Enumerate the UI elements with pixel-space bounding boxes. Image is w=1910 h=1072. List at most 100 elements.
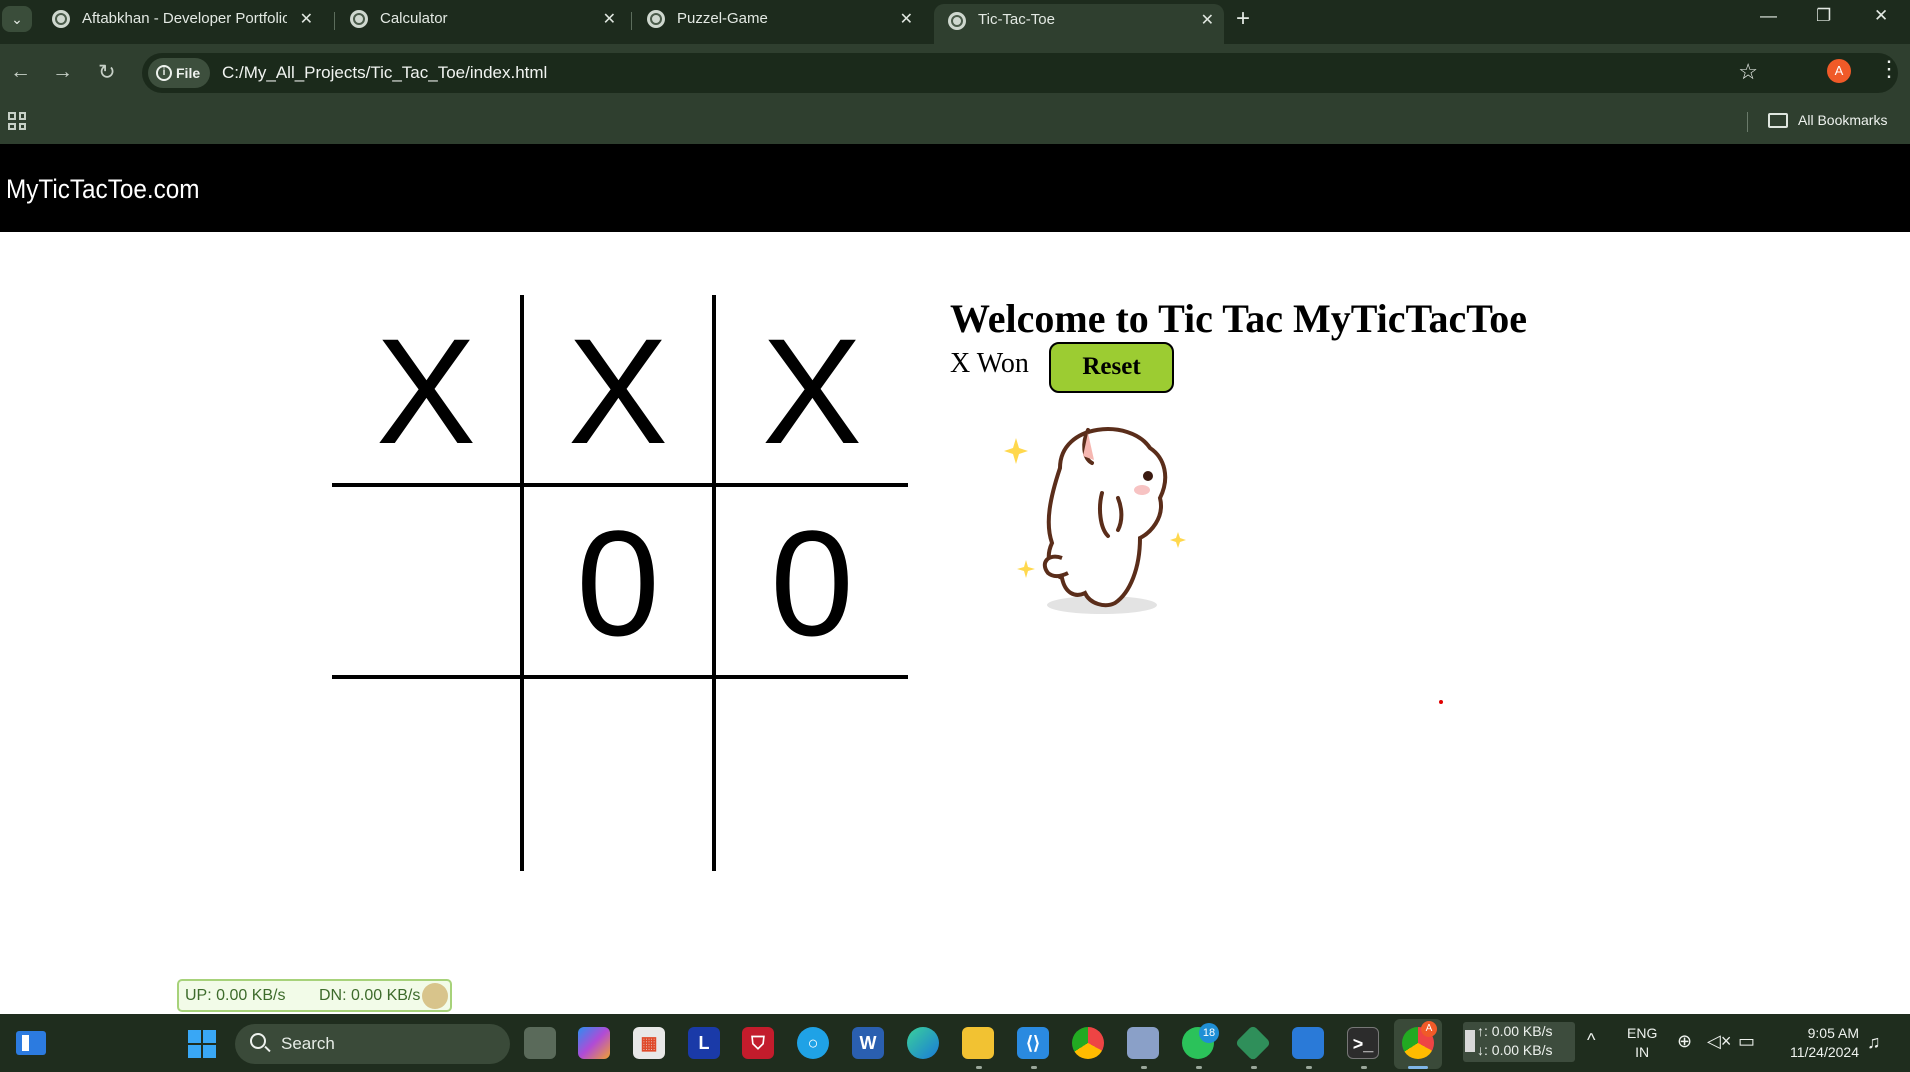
download-speed: DN: 0.00 KB/s bbox=[319, 987, 421, 1004]
browser-toolbar: ← → ↻ i File C:/My_All_Projects/Tic_Tac_… bbox=[0, 44, 1910, 100]
welcome-heading: Welcome to Tic Tac MyTicTacToe bbox=[950, 296, 1528, 341]
vscode-icon[interactable]: ⟨⟩ bbox=[1017, 1027, 1049, 1059]
task-view-icon[interactable] bbox=[524, 1027, 556, 1059]
file-explorer-folder-icon[interactable] bbox=[962, 1027, 994, 1059]
bookmarks-divider bbox=[1747, 112, 1748, 132]
forward-arrow-icon[interactable]: → bbox=[52, 60, 73, 84]
close-icon[interactable]: ✕ bbox=[603, 9, 616, 29]
clock[interactable]: 9:05 AM 11/24/2024 bbox=[1777, 1024, 1859, 1062]
start-windows-icon[interactable] bbox=[188, 1030, 216, 1058]
tab-puzzel-game[interactable]: Puzzel-Game ✕ bbox=[633, 0, 923, 40]
tab-title: Calculator bbox=[380, 10, 448, 27]
running-indicator bbox=[1361, 1066, 1367, 1069]
site-navbar: MyTicTacToe.com bbox=[0, 144, 1910, 232]
game-board: X X X 0 0 bbox=[332, 295, 908, 871]
tab-divider bbox=[631, 12, 632, 30]
folder-icon bbox=[1768, 113, 1788, 128]
close-icon[interactable]: ✕ bbox=[1201, 10, 1214, 30]
apps-grid-icon[interactable] bbox=[8, 112, 26, 130]
globe-icon bbox=[948, 12, 966, 30]
tray-net-speed[interactable]: ↑: 0.00 KB/s ↓: 0.00 KB/s bbox=[1463, 1022, 1575, 1062]
git-diamond-icon[interactable] bbox=[1234, 1024, 1272, 1062]
close-icon[interactable]: ✕ bbox=[300, 9, 313, 29]
chrome-icon[interactable] bbox=[1072, 1027, 1104, 1059]
tab-portfolio[interactable]: Aftabkhan - Developer Portfolio ✕ bbox=[38, 0, 323, 40]
new-tab-plus-icon[interactable]: + bbox=[1236, 5, 1250, 33]
tab-title: Aftabkhan - Developer Portfolio bbox=[82, 10, 287, 27]
network-globe-icon[interactable]: ⊕ bbox=[1677, 1031, 1692, 1052]
tray-download: ↓: 0.00 KB/s bbox=[1477, 1042, 1553, 1058]
board-cell[interactable]: X bbox=[716, 295, 908, 487]
battery-icon[interactable]: ▭ bbox=[1738, 1031, 1755, 1052]
board-cell[interactable] bbox=[524, 679, 716, 871]
running-indicator bbox=[1141, 1066, 1147, 1069]
net-speed-widget[interactable]: UP: 0.00 KB/s DN: 0.00 KB/s bbox=[177, 979, 452, 1012]
volume-muted-icon[interactable]: ◁× bbox=[1707, 1031, 1731, 1052]
tab-tic-tac-toe[interactable]: Tic-Tac-Toe ✕ bbox=[934, 4, 1224, 44]
info-icon: i bbox=[156, 65, 172, 81]
browser-menu-icon[interactable]: ⋮ bbox=[1878, 56, 1900, 82]
remote-desktop-icon[interactable] bbox=[1127, 1027, 1159, 1059]
board-cell[interactable] bbox=[332, 679, 524, 871]
stray-dot bbox=[1439, 700, 1443, 704]
l-app-icon[interactable]: L bbox=[688, 1027, 720, 1059]
tab-title: Puzzel-Game bbox=[677, 10, 768, 27]
clock-date: 11/24/2024 bbox=[1789, 1044, 1859, 1060]
net-meter-icon bbox=[1465, 1030, 1475, 1052]
terminal-icon[interactable]: >_ bbox=[1347, 1027, 1379, 1059]
tab-search-dropdown-icon[interactable]: ⌄ bbox=[2, 6, 32, 32]
notification-bell-icon[interactable]: ♫ bbox=[1867, 1032, 1881, 1053]
edge-icon[interactable] bbox=[907, 1027, 939, 1059]
mcafee-shield-icon[interactable]: ⛉ bbox=[742, 1027, 774, 1059]
url-text[interactable]: C:/My_All_Projects/Tic_Tac_Toe/index.htm… bbox=[222, 63, 547, 83]
board-cell[interactable]: X bbox=[524, 295, 716, 487]
lang-line1: ENG bbox=[1627, 1025, 1658, 1041]
minimize-icon[interactable]: — bbox=[1760, 6, 1777, 26]
globe-icon bbox=[350, 10, 368, 28]
upload-speed: UP: 0.00 KB/s bbox=[185, 987, 286, 1004]
alexa-ring-icon[interactable]: ○ bbox=[797, 1027, 829, 1059]
clock-time: 9:05 AM bbox=[1807, 1025, 1859, 1041]
bookmark-star-icon[interactable]: ☆ bbox=[1738, 59, 1758, 85]
anime-avatar-icon bbox=[422, 983, 448, 1009]
board-cell[interactable] bbox=[332, 487, 524, 679]
bookmarks-bar: All Bookmarks bbox=[0, 100, 1910, 144]
chevron-up-icon[interactable]: ^ bbox=[1587, 1030, 1595, 1051]
widgets-icon[interactable] bbox=[16, 1031, 46, 1055]
globe-icon bbox=[52, 10, 70, 28]
windows-taskbar: Search ▦ L ⛉ ○ W ⟨⟩ 18 >_ A ↑: 0.00 KB/s bbox=[0, 1014, 1910, 1072]
reset-button[interactable]: Reset bbox=[1049, 342, 1174, 393]
tray-upload: ↑: 0.00 KB/s bbox=[1477, 1023, 1553, 1039]
search-icon bbox=[250, 1033, 266, 1049]
address-bar[interactable]: i File C:/My_All_Projects/Tic_Tac_Toe/in… bbox=[142, 53, 1898, 93]
tab-divider bbox=[334, 12, 335, 30]
board-cell[interactable]: 0 bbox=[524, 487, 716, 679]
board-cell[interactable]: 0 bbox=[716, 487, 908, 679]
active-indicator bbox=[1408, 1066, 1428, 1069]
cat-mascot-image bbox=[1004, 427, 1186, 614]
microsoft-store-icon[interactable]: ▦ bbox=[633, 1027, 665, 1059]
taskbar-search-box[interactable]: Search bbox=[235, 1024, 510, 1064]
globe-icon bbox=[647, 10, 665, 28]
word-icon[interactable]: W bbox=[852, 1027, 884, 1059]
running-indicator bbox=[976, 1066, 982, 1069]
copilot-icon[interactable] bbox=[578, 1027, 610, 1059]
whatsapp-badge: 18 bbox=[1199, 1023, 1219, 1043]
paint-icon[interactable] bbox=[1292, 1027, 1324, 1059]
back-arrow-icon[interactable]: ← bbox=[10, 60, 31, 84]
tab-title: Tic-Tac-Toe bbox=[978, 11, 1055, 28]
all-bookmarks-link[interactable]: All Bookmarks bbox=[1798, 112, 1887, 128]
restore-icon[interactable]: ❐ bbox=[1816, 6, 1831, 26]
site-info-chip[interactable]: i File bbox=[148, 58, 210, 88]
search-label: Search bbox=[281, 1034, 335, 1053]
profile-avatar[interactable]: A bbox=[1827, 59, 1851, 83]
close-icon[interactable]: ✕ bbox=[900, 9, 913, 29]
site-brand[interactable]: MyTicTacToe.com bbox=[6, 174, 200, 205]
board-cell[interactable]: X bbox=[332, 295, 524, 487]
window-close-icon[interactable]: ✕ bbox=[1874, 6, 1888, 26]
language-indicator[interactable]: ENG IN bbox=[1627, 1024, 1657, 1062]
game-status-text: X Won bbox=[950, 348, 1029, 379]
board-cell[interactable] bbox=[716, 679, 908, 871]
reload-icon[interactable]: ↻ bbox=[98, 60, 116, 85]
tab-calculator[interactable]: Calculator ✕ bbox=[336, 0, 626, 40]
